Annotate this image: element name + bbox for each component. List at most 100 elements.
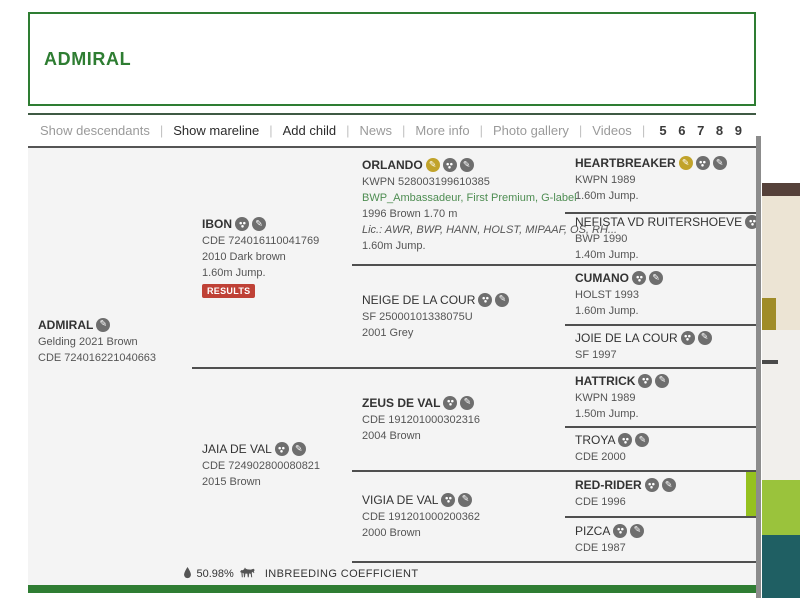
edit-icon[interactable]: ✎: [662, 478, 676, 492]
registry-number: KWPN 1989: [575, 172, 756, 188]
clipped-content-block: [762, 330, 800, 480]
clipped-content-block: [762, 360, 778, 364]
offspring-icon[interactable]: [275, 442, 289, 456]
horse-name-link[interactable]: RED-RIDER: [575, 478, 642, 492]
horse-name-link[interactable]: IBON: [202, 217, 232, 231]
horse-details: 2000 Brown: [362, 525, 565, 541]
edit-icon[interactable]: ✎: [96, 318, 110, 332]
pedigree-node-neige: NEIGE DE LA COUR ✎ SF 25000101338075U 20…: [352, 266, 565, 369]
horse-details: 2015 Brown: [202, 474, 352, 490]
edit-icon[interactable]: ✎: [698, 331, 712, 345]
horse-name-link[interactable]: ZEUS DE VAL: [362, 396, 440, 410]
highlight-bar: [746, 472, 756, 516]
horse-name-link[interactable]: TROYA: [575, 433, 615, 447]
inbreeding-value: 50.98%: [197, 568, 234, 580]
horse-details: 2010 Dark brown: [202, 249, 352, 265]
registry-number: SF 25000101338075U: [362, 309, 565, 325]
clipped-content-block: [776, 298, 800, 330]
horse-name-link[interactable]: ORLANDO: [362, 158, 423, 172]
pedigree-node-orlando: ORLANDO ✎ ✎ KWPN 528003199610385 BWP_Amb…: [352, 148, 565, 266]
registry-number: CDE 191201000302316: [362, 412, 565, 428]
pedigree-node-admiral: ADMIRAL ✎ Gelding 2021 Brown CDE 7240162…: [28, 148, 192, 563]
pedigree-tree: ADMIRAL ✎ Gelding 2021 Brown CDE 7240162…: [28, 148, 756, 585]
generation-selector[interactable]: 5 6 7 8 9: [659, 123, 746, 138]
studbook-labels[interactable]: BWP_Ambassadeur, First Premium, G-label: [362, 190, 565, 206]
horse-name-link[interactable]: NEFISTA VD RUITERSHOEVE: [575, 215, 742, 229]
edit-icon[interactable]: ✎: [649, 271, 663, 285]
gold-pencil-icon[interactable]: ✎: [679, 156, 693, 170]
offspring-icon[interactable]: [443, 396, 457, 410]
registry-number: CDE 1996: [575, 494, 756, 510]
edit-icon[interactable]: ✎: [252, 217, 266, 231]
edit-icon[interactable]: ✎: [292, 442, 306, 456]
edit-icon[interactable]: ✎: [458, 493, 472, 507]
clipped-content-block: [762, 298, 776, 330]
horse-details: 2001 Grey: [362, 325, 565, 341]
horse-name-link[interactable]: JOIE DE LA COUR: [575, 331, 678, 345]
clipped-content-block: [762, 535, 800, 598]
results-badge[interactable]: RESULTS: [202, 284, 255, 298]
horse-name-link[interactable]: JAIA DE VAL: [202, 442, 272, 456]
registry-number: CDE 724016110041769: [202, 233, 352, 249]
action-menu: Show descendants | Show mareline | Add c…: [28, 115, 756, 146]
registry-number: CDE 724902800080821: [202, 458, 352, 474]
horse-icon: [239, 567, 256, 582]
licenses: Lic.: AWR, BWP, HANN, HOLST, MIPAAF, OS,…: [362, 222, 565, 238]
inbreeding-row: 50.98% INBREEDING COEFFICIENT: [28, 563, 565, 585]
horse-name-link[interactable]: NEIGE DE LA COUR: [362, 293, 475, 307]
edit-icon[interactable]: ✎: [495, 293, 509, 307]
menu-more-info[interactable]: More info: [405, 123, 479, 138]
main-content: ADMIRAL Show descendants | Show mareline…: [28, 0, 756, 593]
menu-news[interactable]: News: [350, 123, 403, 138]
menu-add-child[interactable]: Add child: [273, 123, 346, 138]
offspring-icon[interactable]: [638, 374, 652, 388]
pedigree-node-jaia: JAIA DE VAL ✎ CDE 724902800080821 2015 B…: [192, 369, 352, 563]
pedigree-node-nefista: NEFISTA VD RUITERSHOEVE ✎ BWP 1990 1.40m…: [565, 214, 756, 266]
edit-icon[interactable]: ✎: [713, 156, 727, 170]
footer-bar: [28, 585, 756, 593]
page-title: ADMIRAL: [44, 49, 131, 70]
offspring-icon[interactable]: [613, 524, 627, 538]
registry-number: KWPN 528003199610385: [362, 174, 565, 190]
registry-number: KWPN 1989: [575, 390, 756, 406]
pedigree-node-cumano: CUMANO ✎ HOLST 1993 1.60m Jump.: [565, 266, 756, 326]
offspring-icon[interactable]: [235, 217, 249, 231]
offspring-icon[interactable]: [681, 331, 695, 345]
registry-number: HOLST 1993: [575, 287, 756, 303]
jump-level: 1.50m Jump.: [575, 406, 756, 422]
offspring-icon[interactable]: [645, 478, 659, 492]
edit-icon[interactable]: ✎: [460, 396, 474, 410]
horse-name-link[interactable]: VIGIA DE VAL: [362, 493, 438, 507]
horse-name-link[interactable]: HATTRICK: [575, 374, 635, 388]
horse-title-box: ADMIRAL: [28, 12, 756, 106]
edit-icon[interactable]: ✎: [655, 374, 669, 388]
edit-icon[interactable]: ✎: [635, 433, 649, 447]
horse-name-link[interactable]: CUMANO: [575, 271, 629, 285]
offspring-icon[interactable]: [618, 433, 632, 447]
horse-name-link[interactable]: HEARTBREAKER: [575, 156, 676, 170]
edit-icon[interactable]: ✎: [630, 524, 644, 538]
offspring-icon[interactable]: [632, 271, 646, 285]
horse-name-link[interactable]: ADMIRAL: [38, 318, 93, 332]
horse-name-link[interactable]: PIZCA: [575, 524, 610, 538]
registry-number: BWP 1990: [575, 231, 756, 247]
offspring-icon[interactable]: [696, 156, 710, 170]
drop-icon: [183, 567, 192, 582]
edit-icon[interactable]: ✎: [460, 158, 474, 172]
menu-photo-gallery[interactable]: Photo gallery: [483, 123, 579, 138]
menu-videos[interactable]: Videos: [582, 123, 642, 138]
pedigree-node-vigia: VIGIA DE VAL ✎ CDE 191201000200362 2000 …: [352, 472, 565, 563]
horse-details: 1996 Brown 1.70 m: [362, 206, 565, 222]
menu-show-mareline[interactable]: Show mareline: [163, 123, 269, 138]
pedigree-node-troya: TROYA ✎ CDE 2000: [565, 428, 756, 472]
pedigree-node-pizca: PIZCA ✎ CDE 1987: [565, 518, 756, 563]
clipped-content-block: [762, 480, 800, 535]
clipped-content-block: [762, 183, 800, 196]
offspring-icon[interactable]: [443, 158, 457, 172]
gold-pencil-icon[interactable]: ✎: [426, 158, 440, 172]
offspring-icon[interactable]: [441, 493, 455, 507]
offspring-icon[interactable]: [478, 293, 492, 307]
pedigree-node-joie: JOIE DE LA COUR ✎ SF 1997: [565, 326, 756, 369]
registry-number: CDE 191201000200362: [362, 509, 565, 525]
menu-show-descendants[interactable]: Show descendants: [30, 123, 160, 138]
